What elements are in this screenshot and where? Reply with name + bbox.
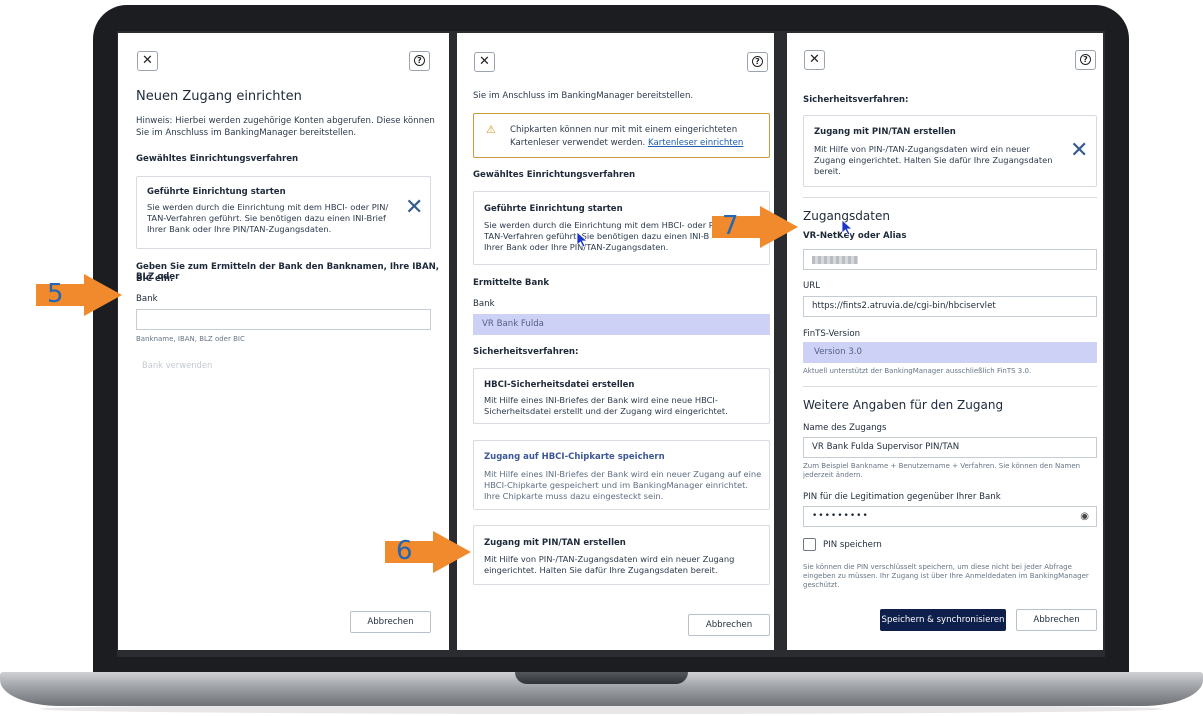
pin-hint-3: geschützt. xyxy=(803,581,840,589)
option-hbci-chipcard-title: Zugang auf HBCI-Chipkarte speichern xyxy=(484,452,665,462)
pin-value: ••••••••• xyxy=(812,511,869,521)
security-heading: Sicherheitsverfahren: xyxy=(473,347,579,357)
name-hint-2: jederzeit ändern. xyxy=(803,471,863,479)
method-card[interactable]: Geführte Einrichtung starten Sie werden … xyxy=(136,176,431,249)
pin-input[interactable]: ••••••••• ◉ xyxy=(803,506,1097,527)
hint-text-1: Hinweis: Hierbei werden zugehörige Konte… xyxy=(136,116,435,126)
option-hbci-chipcard-line1: Mit Hilfe eines INI-Briefes der Bank wir… xyxy=(484,469,762,479)
more-heading: Weitere Angaben für den Zugang xyxy=(803,398,1004,412)
option-hbci-file-title: HBCI-Sicherheitsdatei erstellen xyxy=(484,380,635,390)
cursor-icon xyxy=(577,232,589,248)
warning-box: ⚠ Chipkarten können nur mit mit einem ei… xyxy=(473,113,770,158)
selected-method-line2: Zugang eingerichtet. Halten Sie dafür Ih… xyxy=(814,155,1053,165)
divider xyxy=(803,386,1097,387)
x-icon[interactable]: ✕ xyxy=(1070,138,1088,163)
method-heading: Gewähltes Einrichtungsverfahren xyxy=(473,170,636,180)
hint-text-2: Sie im Anschluss im BankingManager berei… xyxy=(136,128,357,138)
bank-prompt-2: BIC ein. xyxy=(136,274,174,284)
option-pin-tan-title: Zugang mit PIN/TAN erstellen xyxy=(484,538,626,548)
bank-input-hint: Bankname, IBAN, BLZ oder BIC xyxy=(136,335,245,343)
option-hbci-file-line1: Mit Hilfe eines INI-Briefes der Bank wir… xyxy=(484,395,718,405)
panel-security-method: ✕ ? Sie im Anschluss im BankingManager b… xyxy=(457,33,774,650)
option-pin-tan[interactable]: Zugang mit PIN/TAN erstellen Mit Hilfe v… xyxy=(473,525,770,585)
option-hbci-chipcard[interactable]: Zugang auf HBCI-Chipkarte speichern Mit … xyxy=(473,440,770,510)
help-icon[interactable]: ? xyxy=(747,52,768,72)
name-input[interactable]: VR Bank Fulda Supervisor PIN/TAN xyxy=(803,437,1097,458)
url-input[interactable]: https://fints2.atruvia.de/cgi-bin/hbcise… xyxy=(803,296,1097,317)
selected-method-card[interactable]: Zugang mit PIN/TAN erstellen Mit Hilfe v… xyxy=(803,115,1097,187)
name-label: Name des Zugangs xyxy=(803,423,887,433)
panel-access-data: ✕ ? Sicherheitsverfahren: Zugang mit PIN… xyxy=(787,33,1103,650)
option-hbci-file[interactable]: HBCI-Sicherheitsdatei erstellen Mit Hilf… xyxy=(473,368,770,424)
option-pin-tan-line2: eingerichtet. Halten Sie dafür Ihre Zuga… xyxy=(484,565,718,575)
fints-label: FinTS-Version xyxy=(803,329,861,339)
cancel-button[interactable]: Abbrechen xyxy=(688,614,770,636)
eye-icon[interactable]: ◉ xyxy=(1080,507,1090,526)
close-icon[interactable]: ✕ xyxy=(804,50,825,70)
security-heading: Sicherheitsverfahren: xyxy=(803,95,909,105)
close-icon[interactable]: ✕ xyxy=(474,52,495,72)
method-card-line3: Ihrer Bank oder Ihre PIN/TAN-Zugangsdate… xyxy=(147,224,332,234)
top-text: Sie im Anschluss im BankingManager berei… xyxy=(473,91,694,101)
fints-field: Version 3.0 xyxy=(803,342,1097,363)
method-card-line1: Sie werden durch die Einrichtung mit dem… xyxy=(484,220,714,230)
pin-label: PIN für die Legitimation gegenüber Ihrer… xyxy=(803,492,1001,502)
option-hbci-file-line2: Sicherheitsdatei erstellt und der Zugang… xyxy=(484,406,728,416)
cursor-icon xyxy=(842,220,854,236)
help-icon[interactable]: ? xyxy=(1075,50,1096,70)
divider xyxy=(803,197,1097,198)
pin-hint-2: eingeben zu müssen. Ihr Zugang ist über … xyxy=(803,572,1089,580)
selected-method-title: Zugang mit PIN/TAN erstellen xyxy=(814,127,956,137)
netkey-input[interactable] xyxy=(803,249,1097,270)
netkey-blurred-value xyxy=(812,256,858,264)
option-pin-tan-line1: Mit Hilfe von PIN-/TAN-Zugangsdaten wird… xyxy=(484,554,735,564)
save-sync-button[interactable]: Speichern & synchronisieren xyxy=(880,609,1006,631)
bank-heading: Ermittelte Bank xyxy=(473,278,550,288)
cancel-button[interactable]: Abbrechen xyxy=(350,611,431,633)
card-reader-link[interactable]: Kartenleser einrichten xyxy=(648,138,743,148)
step-5-label: 5 xyxy=(47,279,64,309)
name-hint-1: Zum Beispiel Bankname + Benutzername + V… xyxy=(803,462,1081,470)
method-card-title: Geführte Einrichtung starten xyxy=(147,187,286,197)
step-7-label: 7 xyxy=(722,211,739,241)
pin-hint-1: Sie können die PIN verschlüsselt speiche… xyxy=(803,563,1072,571)
fints-hint: Aktuell unterstützt der BankingManager a… xyxy=(803,367,1032,375)
option-hbci-chipcard-line3: Ihre Chipkarte muss dazu eingesteckt sei… xyxy=(484,491,664,501)
method-card-line1: Sie werden durch die Einrichtung mit dem… xyxy=(147,202,389,212)
help-icon[interactable]: ? xyxy=(409,51,430,71)
page-title: Neuen Zugang einrichten xyxy=(136,89,302,104)
warning-icon: ⚠ xyxy=(486,123,496,136)
save-pin-checkbox[interactable] xyxy=(803,538,816,551)
option-hbci-chipcard-line2: HBCI-Chipkarte gespeichert und im Bankin… xyxy=(484,480,748,490)
save-pin-label: PIN speichern xyxy=(823,540,882,550)
selected-method-line1: Mit Hilfe von PIN-/TAN-Zugangsdaten wird… xyxy=(814,144,1030,154)
bank-field: VR Bank Fulda xyxy=(473,314,770,335)
method-card-line2: TAN-Verfahren geführt. Sie benötigen daz… xyxy=(484,231,710,241)
use-bank-button[interactable]: Bank verwenden xyxy=(142,360,212,370)
method-heading: Gewähltes Einrichtungsverfahren xyxy=(136,154,299,164)
warning-line1: Chipkarten können nur mit mit einem eing… xyxy=(510,125,738,135)
x-icon[interactable]: ✕ xyxy=(405,195,423,220)
bank-label: Bank xyxy=(136,294,158,304)
bank-input[interactable] xyxy=(136,309,431,330)
bank-prompt-1: Geben Sie zum Ermitteln der Bank den Ban… xyxy=(136,262,440,282)
selected-method-line3: bereit. xyxy=(814,166,841,176)
cancel-button[interactable]: Abbrechen xyxy=(1016,609,1097,631)
netkey-label: VR-NetKey oder Alias xyxy=(803,231,907,241)
step-6-label: 6 xyxy=(396,536,413,566)
warning-line2: Kartenleser verwendet werden. Kartenlese… xyxy=(510,137,743,149)
url-label: URL xyxy=(803,281,821,291)
laptop-notch xyxy=(515,672,688,684)
close-icon[interactable]: ✕ xyxy=(137,51,158,71)
method-card-title: Geführte Einrichtung starten xyxy=(484,204,623,214)
method-card-line2: TAN-Verfahren geführt. Sie benötigen daz… xyxy=(147,213,386,223)
warning-line2-text: Kartenleser verwendet werden. xyxy=(510,138,646,148)
bank-label: Bank xyxy=(473,299,495,309)
